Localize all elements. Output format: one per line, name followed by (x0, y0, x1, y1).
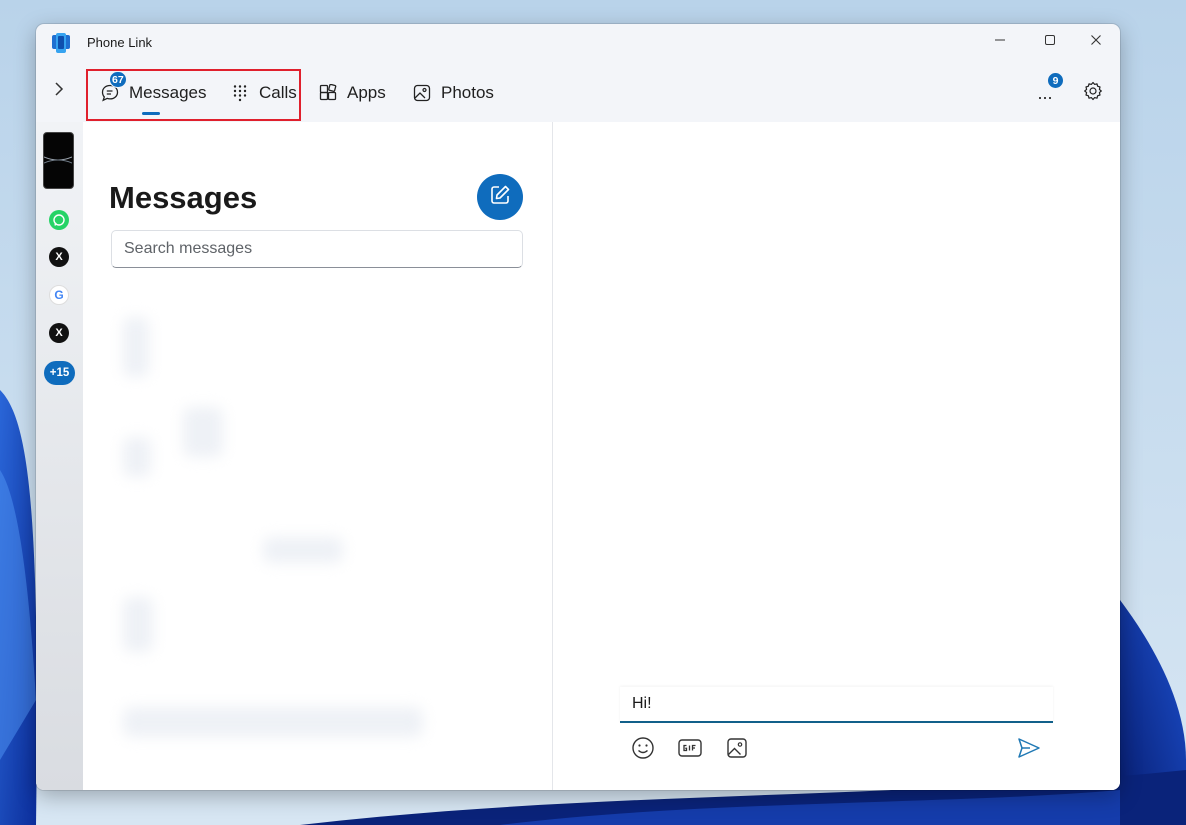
google-icon[interactable]: G (49, 285, 69, 305)
emoji-icon (631, 736, 655, 765)
gif-icon (678, 738, 702, 762)
tab-photos[interactable]: Photos (412, 78, 494, 108)
compose-icon (489, 184, 511, 211)
image-icon (726, 737, 748, 764)
tab-apps-label: Apps (347, 83, 386, 102)
tab-messages-label: Messages (129, 83, 207, 102)
maximize-button[interactable] (1033, 28, 1067, 56)
messages-panel: Messages (83, 122, 553, 790)
attach-image-button[interactable] (724, 737, 750, 763)
new-message-button[interactable] (477, 174, 523, 220)
close-button[interactable] (1079, 28, 1113, 56)
close-icon (1090, 33, 1102, 51)
messages-unread-badge: 67 (109, 71, 127, 88)
tab-calls[interactable]: Calls (230, 78, 297, 108)
conversation-list-item[interactable] (123, 597, 153, 652)
selected-tab-indicator (142, 112, 160, 115)
conversation-list[interactable] (123, 307, 523, 767)
search-input[interactable] (111, 230, 523, 268)
minimize-button[interactable] (983, 28, 1017, 56)
emoji-button[interactable] (630, 736, 656, 765)
title-bar: Phone Link (36, 24, 1120, 62)
minimize-icon (994, 33, 1006, 51)
x-icon[interactable]: X (49, 323, 69, 343)
chat-icon: 67 (100, 71, 127, 103)
phone-link-app-icon (50, 32, 72, 54)
settings-button[interactable] (1080, 80, 1106, 106)
send-button[interactable] (1016, 737, 1042, 763)
apps-icon (318, 83, 338, 103)
phone-sidebar-rail: X G X +15 (36, 122, 83, 790)
phone-link-window: Phone Link 67 Messages Calls Apps Photos… (36, 24, 1120, 790)
navigation-bar: 67 Messages Calls Apps Photos ... 9 (36, 70, 1120, 122)
phone-screen-thumbnail[interactable] (43, 132, 74, 189)
page-title: Messages (109, 180, 258, 215)
x-icon[interactable]: X (49, 247, 69, 267)
tab-calls-label: Calls (259, 83, 297, 102)
conversation-list-item[interactable] (123, 707, 423, 737)
more-apps-badge[interactable]: +15 (44, 361, 75, 385)
more-options-button[interactable]: ... 9 (1032, 72, 1064, 106)
maximize-icon (1044, 33, 1056, 51)
conversation-list-item[interactable] (123, 317, 149, 377)
expand-sidebar-button[interactable] (48, 80, 70, 102)
photos-icon (412, 83, 432, 103)
gif-button[interactable] (677, 737, 703, 763)
dialpad-icon (230, 83, 250, 103)
gear-icon (1083, 81, 1103, 106)
chevron-right-icon (53, 81, 65, 101)
conversation-list-item[interactable] (123, 437, 151, 477)
whatsapp-icon[interactable] (49, 210, 69, 230)
tab-photos-label: Photos (441, 83, 494, 102)
send-icon (1017, 737, 1041, 764)
window-title: Phone Link (87, 35, 153, 50)
tab-messages[interactable]: 67 Messages (100, 71, 207, 108)
tab-apps[interactable]: Apps (318, 78, 386, 108)
message-compose-input[interactable] (620, 687, 1053, 723)
conversation-panel (553, 122, 1120, 790)
more-notification-badge: 9 (1047, 72, 1064, 89)
conversation-list-item[interactable] (263, 537, 343, 563)
conversation-list-item[interactable] (183, 407, 223, 457)
